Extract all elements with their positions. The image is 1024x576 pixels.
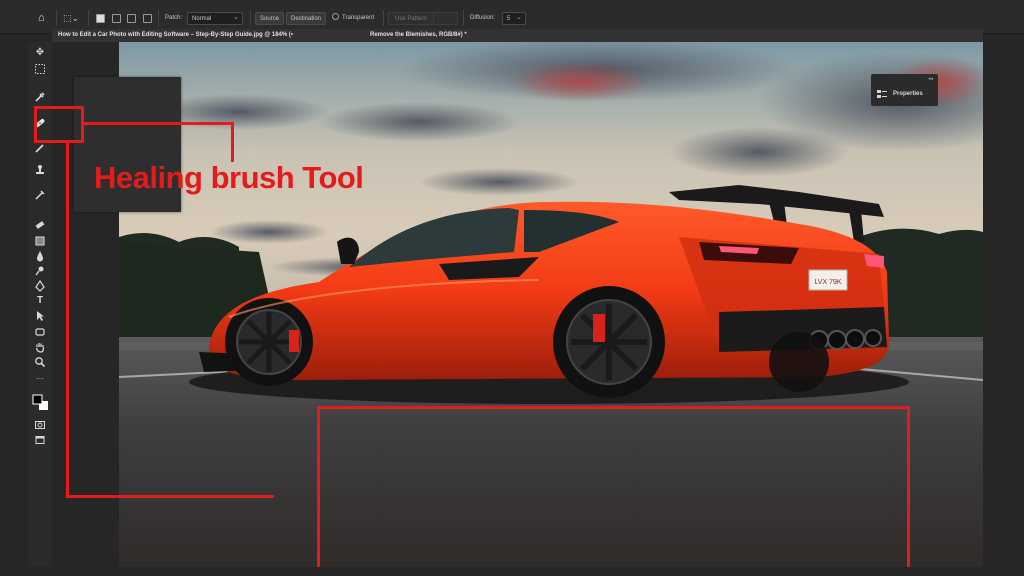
separator <box>56 10 57 26</box>
separator <box>158 10 159 26</box>
hand-tool-icon[interactable] <box>31 340 49 354</box>
pen-tool-icon[interactable] <box>31 279 49 293</box>
car-photo: LVX 79K <box>119 42 983 567</box>
annotation-line <box>84 122 234 125</box>
patch-area-outline <box>317 406 910 409</box>
document-title: How to Edit a Car Photo with Editing Sof… <box>58 32 293 38</box>
right-panel-area <box>983 34 1024 576</box>
annotation-line <box>66 495 274 498</box>
quick-mask-icon[interactable] <box>31 418 49 432</box>
source-button[interactable]: Source <box>255 12 285 25</box>
patch-tool-preset-icon[interactable]: ⬚⌄ <box>63 11 79 24</box>
properties-title: Properties <box>893 91 923 97</box>
healing-brush-highlight-box <box>34 106 84 143</box>
eraser-tool-icon[interactable] <box>31 218 49 232</box>
destination-button[interactable]: Destination <box>286 12 327 25</box>
separator <box>88 10 89 26</box>
annotation-line <box>66 143 69 498</box>
zoom-tool-icon[interactable] <box>31 355 49 369</box>
transparent-checkbox[interactable] <box>332 13 339 20</box>
path-selection-tool-icon[interactable] <box>31 309 49 323</box>
use-pattern-button[interactable]: Use Pattern <box>388 12 434 25</box>
diffusion-select[interactable]: 5 <box>502 11 526 25</box>
document-canvas[interactable]: LVX 79K <box>119 42 983 567</box>
collapse-panel-icon[interactable]: ◂◂ <box>928 76 933 82</box>
add-selection-icon[interactable] <box>112 14 121 23</box>
document-layer-info: Remove the Blemishes, RGB/8#) * <box>370 32 467 38</box>
separator <box>383 10 384 26</box>
pattern-picker[interactable] <box>433 12 458 25</box>
brush-tool-icon[interactable] <box>31 141 49 155</box>
dodge-tool-icon[interactable] <box>31 264 49 278</box>
properties-panel[interactable]: ◂◂ Properties <box>871 74 938 106</box>
gradient-tool-icon[interactable] <box>31 234 49 248</box>
shape-tool-icon[interactable] <box>31 325 49 339</box>
eyedropper-tool-icon[interactable] <box>31 90 49 104</box>
move-tool-icon[interactable]: ✥ <box>31 46 49 60</box>
patch-area-outline <box>317 406 320 567</box>
properties-icon[interactable] <box>876 87 888 99</box>
annotation-line <box>231 122 234 162</box>
bottom-strip <box>0 567 1024 576</box>
blur-tool-icon[interactable] <box>31 249 49 263</box>
clone-stamp-tool-icon[interactable] <box>31 163 49 177</box>
screen-mode-icon[interactable] <box>31 433 49 447</box>
transparent-label: Transparent <box>342 15 375 21</box>
diffusion-label: Diffusion: <box>470 15 495 21</box>
document-tab[interactable]: How to Edit a Car Photo with Editing Sof… <box>52 29 983 42</box>
separator <box>463 10 464 26</box>
intersect-selection-icon[interactable] <box>143 14 152 23</box>
type-tool-icon[interactable]: T <box>31 294 49 308</box>
patch-mode-select[interactable]: Normal <box>187 11 243 25</box>
more-tools-icon[interactable]: ··· <box>31 372 49 386</box>
new-selection-icon[interactable] <box>96 14 105 23</box>
annotation-label: Healing brush Tool <box>94 160 364 195</box>
patch-label: Patch: <box>165 15 183 21</box>
patch-area-outline <box>907 406 910 567</box>
separator <box>250 10 251 26</box>
history-brush-tool-icon[interactable] <box>31 188 49 202</box>
license-plate-text: LVX 79K <box>814 279 841 286</box>
subtract-selection-icon[interactable] <box>127 14 136 23</box>
home-icon[interactable]: ⌂ <box>38 10 45 24</box>
color-swatches[interactable] <box>31 392 49 414</box>
marquee-tool-icon[interactable] <box>31 62 49 76</box>
